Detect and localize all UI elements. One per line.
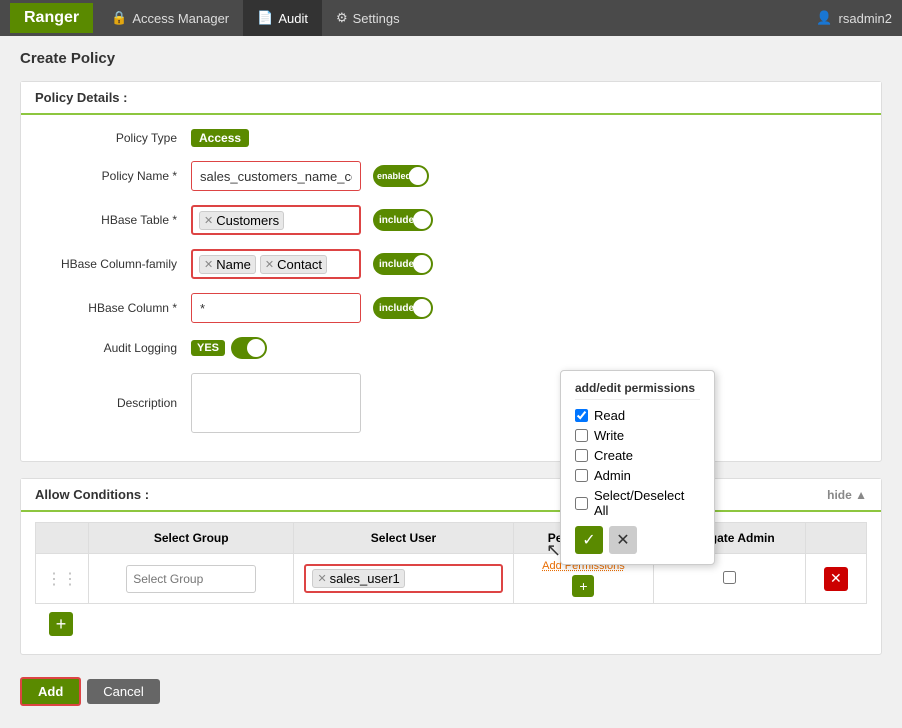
create-label: Create: [594, 448, 633, 463]
tag-x-icon[interactable]: ✕: [317, 572, 326, 585]
popup-cancel-button[interactable]: ✕: [609, 526, 637, 554]
document-icon: 📄: [257, 10, 273, 26]
hbase-column-family-tag-name: ✕ Name: [199, 255, 256, 274]
hbase-column-include-toggle[interactable]: include: [373, 297, 433, 319]
policy-type-badge: Access: [191, 129, 249, 147]
select-deselect-label: Select/Deselect All: [594, 488, 700, 518]
nav-access-manager[interactable]: 🔒 Access Manager: [97, 0, 243, 36]
user-icon: 👤: [816, 10, 832, 26]
audit-logging-toggle-group: YES: [191, 337, 267, 359]
hbase-table-include-toggle[interactable]: include: [373, 209, 433, 231]
description-label: Description: [41, 396, 191, 410]
hide-link[interactable]: hide ▲: [827, 488, 867, 502]
hbase-column-family-include-toggle[interactable]: include: [373, 253, 433, 275]
hbase-column-row: HBase Column * include: [41, 293, 861, 323]
drag-handle-icon[interactable]: ⋮⋮: [46, 571, 78, 588]
popup-actions: ✓ ✕: [575, 526, 700, 554]
select-user-input[interactable]: ✕ sales_user1: [304, 564, 502, 593]
nav-audit[interactable]: 📄 Audit: [243, 0, 322, 36]
admin-label: Admin: [594, 468, 631, 483]
footer-buttons: Add Cancel: [20, 671, 882, 712]
permissions-popup: add/edit permissions Read Write Create A…: [560, 370, 715, 565]
select-user-tag-sales-user1: ✕ sales_user1: [312, 569, 404, 588]
hbase-table-row: HBase Table * ✕ Customers include: [41, 205, 861, 235]
policy-name-label: Policy Name *: [41, 169, 191, 183]
cancel-button[interactable]: Cancel: [87, 679, 159, 704]
select-deselect-checkbox[interactable]: [575, 497, 588, 510]
hbase-column-family-label: HBase Column-family: [41, 257, 191, 271]
policy-name-input[interactable]: [191, 161, 361, 191]
drag-col-header: [36, 523, 89, 554]
delete-row-cell: ✕: [805, 554, 866, 604]
audit-logging-row: Audit Logging YES: [41, 337, 861, 359]
popup-admin-row: Admin: [575, 468, 700, 483]
lock-icon: 🔒: [111, 10, 127, 26]
popup-select-deselect-row: Select/Deselect All: [575, 488, 700, 518]
policy-name-row: Policy Name * enabled: [41, 161, 861, 191]
hbase-column-family-input[interactable]: ✕ Name ✕ Contact: [191, 249, 361, 279]
drag-handle-cell: ⋮⋮: [36, 554, 89, 604]
delete-row-button[interactable]: ✕: [824, 567, 848, 591]
popup-ok-button[interactable]: ✓: [575, 526, 603, 554]
write-label: Write: [594, 428, 624, 443]
navbar: Ranger 🔒 Access Manager 📄 Audit ⚙ Settin…: [0, 0, 902, 36]
yes-badge: YES: [191, 340, 225, 356]
hbase-table-input[interactable]: ✕ Customers: [191, 205, 361, 235]
admin-checkbox[interactable]: [575, 469, 588, 482]
select-group-cell: [89, 554, 294, 604]
popup-write-row: Write: [575, 428, 700, 443]
hbase-column-family-tag-contact: ✕ Contact: [260, 255, 327, 274]
select-group-col-header: Select Group: [89, 523, 294, 554]
select-group-input[interactable]: [126, 565, 256, 593]
description-row: Description: [41, 373, 861, 433]
policy-type-label: Policy Type: [41, 131, 191, 145]
hbase-table-tag-customers: ✕ Customers: [199, 211, 284, 230]
select-user-cell: ✕ sales_user1: [294, 554, 513, 604]
table-row: ⋮⋮ ✕ sales_user1: [36, 554, 867, 604]
allow-conditions-section: Allow Conditions : hide ▲ Select Group S…: [20, 478, 882, 655]
hbase-table-label: HBase Table *: [41, 213, 191, 227]
audit-logging-label: Audit Logging: [41, 341, 191, 355]
tag-x-icon[interactable]: ✕: [204, 214, 213, 227]
policy-details-section: Policy Details : Policy Type Access Poli…: [20, 81, 882, 462]
hbase-column-input[interactable]: [191, 293, 361, 323]
user-info: 👤 rsadmin2: [816, 10, 892, 26]
description-textarea[interactable]: [191, 373, 361, 433]
policy-details-header: Policy Details :: [21, 82, 881, 115]
add-button[interactable]: Add: [20, 677, 81, 706]
conditions-table: Select Group Select User Permissions Del…: [35, 522, 867, 604]
page-title: Create Policy: [20, 50, 882, 67]
delegate-admin-checkbox[interactable]: [723, 571, 736, 584]
read-label: Read: [594, 408, 625, 423]
allow-conditions-header: Allow Conditions : hide ▲: [21, 479, 881, 512]
popup-create-row: Create: [575, 448, 700, 463]
policy-enabled-toggle[interactable]: enabled: [373, 165, 429, 187]
tag-x-icon[interactable]: ✕: [265, 258, 274, 271]
delete-col-header: [805, 523, 866, 554]
add-row-button[interactable]: +: [49, 612, 73, 636]
select-user-col-header: Select User: [294, 523, 513, 554]
popup-title: add/edit permissions: [575, 381, 700, 400]
policy-type-row: Policy Type Access: [41, 129, 861, 147]
read-checkbox[interactable]: [575, 409, 588, 422]
gear-icon: ⚙: [336, 10, 348, 26]
add-permissions-button[interactable]: +: [572, 575, 594, 597]
hbase-column-family-row: HBase Column-family ✕ Name ✕ Contact inc…: [41, 249, 861, 279]
audit-logging-toggle[interactable]: [231, 337, 267, 359]
brand-logo[interactable]: Ranger: [10, 3, 93, 33]
write-checkbox[interactable]: [575, 429, 588, 442]
popup-read-row: Read: [575, 408, 700, 423]
hbase-column-label: HBase Column *: [41, 301, 191, 315]
tag-x-icon[interactable]: ✕: [204, 258, 213, 271]
nav-settings[interactable]: ⚙ Settings: [322, 0, 414, 36]
create-checkbox[interactable]: [575, 449, 588, 462]
